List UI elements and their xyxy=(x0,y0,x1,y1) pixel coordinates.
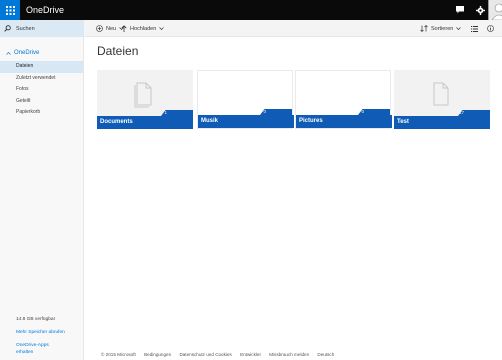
chat-button[interactable] xyxy=(450,0,470,20)
app-launcher-button[interactable] xyxy=(0,0,20,20)
folder-tile-musik[interactable]: 0 Musik xyxy=(197,70,294,129)
upload-arrow-icon xyxy=(121,25,127,32)
footer-link-developers[interactable]: Entwickler xyxy=(240,352,261,357)
nav-list: Dateien Zuletzt verwendet Fotos Geteilt … xyxy=(0,61,83,119)
list-view-button[interactable] xyxy=(471,20,478,37)
command-bar: Suchen Neu Hochladen Sortieren xyxy=(0,20,502,37)
page-title: Dateien xyxy=(97,44,139,58)
search-box[interactable]: Suchen xyxy=(0,20,84,37)
chevron-down-icon xyxy=(159,27,165,30)
folder-name: Pictures xyxy=(299,118,323,124)
get-apps-link[interactable]: OneDrive-Apps erhalten xyxy=(16,343,56,356)
footer-link-language[interactable]: Deutsch xyxy=(317,352,334,357)
user-avatar[interactable] xyxy=(488,0,502,20)
nav-root-label: OneDrive xyxy=(14,50,40,56)
waffle-icon xyxy=(5,5,15,15)
sidebar-item-shared[interactable]: Geteilt xyxy=(0,96,83,108)
search-icon xyxy=(4,25,11,32)
info-icon xyxy=(487,25,494,32)
folder-tile-pictures[interactable]: 0 Pictures xyxy=(295,70,392,129)
chevron-down-icon xyxy=(456,27,462,30)
folder-tile-documents[interactable]: 1 Documents xyxy=(97,70,193,129)
sort-button-label: Sortieren xyxy=(431,25,454,32)
document-preview-icon xyxy=(433,82,449,106)
folder-name: Test xyxy=(397,119,409,125)
folder-name-band: Pictures xyxy=(296,115,392,128)
document-preview-icon xyxy=(134,82,152,108)
list-view-icon xyxy=(471,25,478,32)
sidebar-item-files[interactable]: Dateien xyxy=(0,61,83,73)
footer-link-report-abuse[interactable]: Missbrauch melden xyxy=(269,352,309,357)
folder-tile-test[interactable]: 17 Test xyxy=(394,70,490,129)
storage-status: 14.8 GB verfügbar xyxy=(16,317,56,322)
footer-link-terms[interactable]: Bedingungen xyxy=(144,352,171,357)
sidebar-item-recycle-bin[interactable]: Papierkorb xyxy=(0,107,83,119)
settings-button[interactable] xyxy=(470,0,490,20)
person-icon xyxy=(491,3,502,20)
new-button[interactable]: Neu xyxy=(96,20,124,37)
search-label: Suchen xyxy=(16,25,35,32)
chevron-up-icon xyxy=(6,51,11,55)
folder-name-band: Test xyxy=(394,116,490,129)
folder-name-band: Musik xyxy=(198,115,294,128)
gear-icon xyxy=(475,5,485,15)
new-button-label: Neu xyxy=(106,25,117,32)
sort-icon xyxy=(420,25,428,32)
info-button[interactable] xyxy=(487,20,494,37)
app-title[interactable]: OneDrive xyxy=(26,0,64,20)
sidebar-item-recent[interactable]: Zuletzt verwendet xyxy=(0,73,83,85)
folder-name-band: Documents xyxy=(97,116,193,129)
top-bar: OneDrive xyxy=(0,0,502,20)
plus-icon xyxy=(96,25,103,32)
chat-icon xyxy=(456,6,464,14)
sort-button[interactable]: Sortieren xyxy=(420,20,462,37)
folder-name: Documents xyxy=(100,119,133,125)
sidebar: OneDrive Dateien Zuletzt verwendet Fotos… xyxy=(0,37,84,360)
copyright-text: © 2015 Microsoft xyxy=(101,352,136,357)
footer-link-privacy[interactable]: Datenschutz und Cookies xyxy=(179,352,231,357)
sidebar-footer: 14.8 GB verfügbar Mehr Speicher abrufen … xyxy=(16,317,65,356)
upload-button[interactable]: Hochladen xyxy=(121,20,165,37)
nav-root-onedrive[interactable]: OneDrive xyxy=(6,50,39,56)
upload-button-label: Hochladen xyxy=(130,25,157,32)
more-storage-link[interactable]: Mehr Speicher abrufen xyxy=(16,330,65,335)
sidebar-item-photos[interactable]: Fotos xyxy=(0,84,83,96)
folder-name: Musik xyxy=(201,118,219,124)
footer: © 2015 Microsoft Bedingungen Datenschutz… xyxy=(101,352,341,357)
